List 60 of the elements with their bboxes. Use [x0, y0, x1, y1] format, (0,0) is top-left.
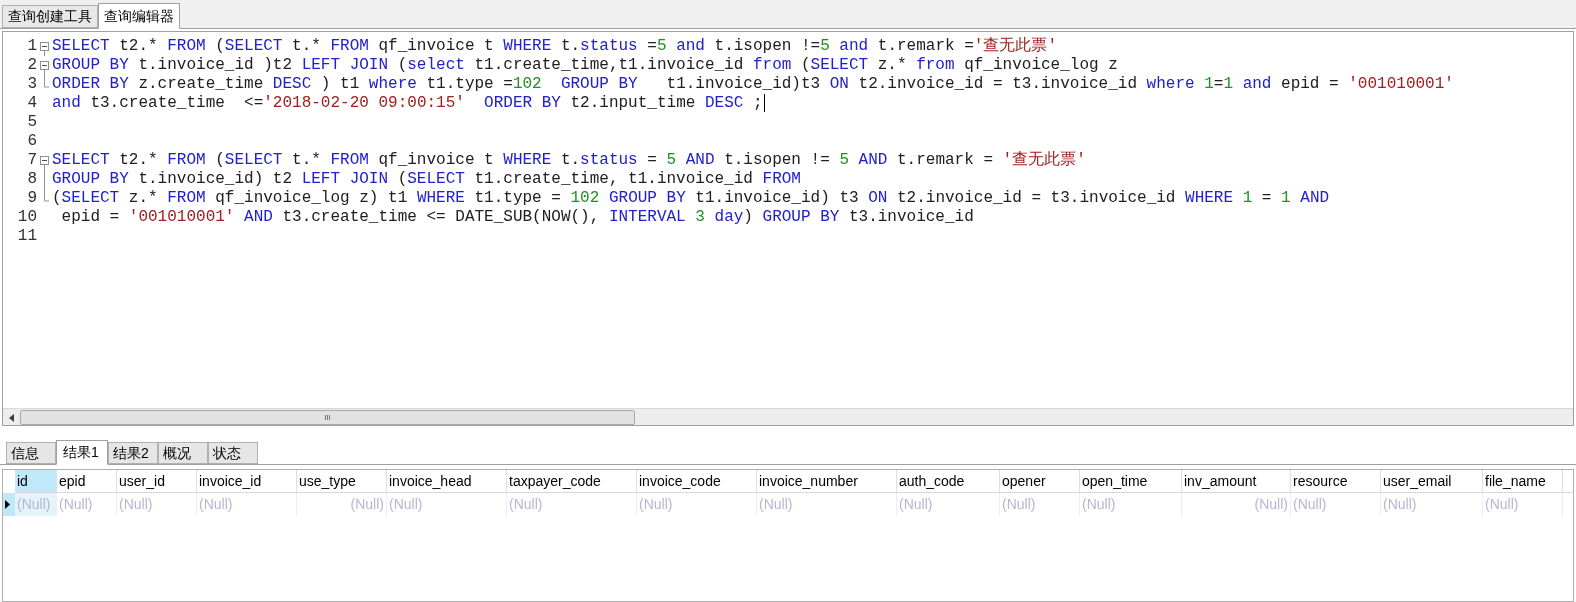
- line-number: 3: [26, 75, 37, 94]
- table-cell: (Null): [297, 493, 387, 516]
- line-number: 5: [26, 113, 37, 132]
- table-cell: (Null): [387, 493, 507, 516]
- table-cell: (Null): [1000, 493, 1080, 516]
- table-cell: (Null): [1291, 493, 1381, 516]
- code-line: ORDER BY z.create_time DESC ) t1 where t1.type =102 GROUP BY t1.invoice_id)t3 ON t2.invoice_id = t3.invoice_id where 1=1 and epid = '001010001': [52, 75, 1454, 94]
- line-number: 10: [16, 208, 37, 227]
- scrollbar-grip: III: [324, 413, 331, 422]
- editor-tab[interactable]: 查询编辑器: [98, 3, 180, 29]
- column-header[interactable]: id: [15, 470, 57, 492]
- line-number: 1: [26, 37, 37, 56]
- table-cell: (Null): [507, 493, 637, 516]
- line-number: 6: [26, 132, 37, 151]
- table-cell: (Null): [1381, 493, 1483, 516]
- line-number: 4: [26, 94, 37, 113]
- table-cell: (Null): [637, 493, 757, 516]
- column-header[interactable]: user_id: [117, 470, 197, 492]
- result-tab[interactable]: 结果1: [56, 440, 108, 465]
- column-header[interactable]: opener: [1000, 470, 1080, 492]
- table-cell: (Null): [197, 493, 297, 516]
- line-number: 9: [26, 189, 37, 208]
- line-number: 8: [26, 170, 37, 189]
- column-header[interactable]: file_name: [1483, 470, 1563, 492]
- column-header[interactable]: auth_code: [897, 470, 1000, 492]
- result-tab[interactable]: 信息: [6, 442, 56, 464]
- column-header[interactable]: invoice_head: [387, 470, 507, 492]
- column-header[interactable]: inv_amount: [1182, 470, 1291, 492]
- result-tab[interactable]: 结果2: [108, 442, 158, 464]
- line-number: 2: [26, 56, 37, 75]
- code-line: epid = '001010001' AND t3.create_time <= DATE_SUB(NOW(), INTERVAL 3 day) GROUP BY t3.invoice_id: [60, 208, 974, 227]
- table-cell: (Null): [1080, 493, 1182, 516]
- table-cell: (Null): [1182, 493, 1291, 516]
- table-cell: (Null): [57, 493, 117, 516]
- column-header[interactable]: taxpayer_code: [507, 470, 637, 492]
- code-line: GROUP BY t.invoice_id )t2 LEFT JOIN (select t1.create_time,t1.invoice_id from (SELECT z.* from qf_invoice_log z: [52, 56, 1118, 75]
- code-line: SELECT t2.* FROM (SELECT t.* FROM qf_invoice t WHERE t.status =5 and t.isopen !=5 and t.remark ='查无此票': [52, 37, 1057, 56]
- column-header[interactable]: invoice_code: [637, 470, 757, 492]
- column-header[interactable]: invoice_id: [197, 470, 297, 492]
- column-header[interactable]: epid: [57, 470, 117, 492]
- column-header[interactable]: resource: [1291, 470, 1381, 492]
- column-header[interactable]: invoice_number: [757, 470, 897, 492]
- column-header[interactable]: user_email: [1381, 470, 1483, 492]
- table-cell: (Null): [15, 493, 57, 516]
- code-line: SELECT t2.* FROM (SELECT t.* FROM qf_invoice t WHERE t.status = 5 AND t.isopen != 5 AND t.remark = '查无此票': [52, 151, 1086, 170]
- line-number: 11: [16, 227, 37, 246]
- scrollbar-thumb[interactable]: III: [20, 410, 635, 425]
- line-number: 7: [26, 151, 37, 170]
- table-cell: (Null): [1483, 493, 1563, 516]
- column-header[interactable]: open_time: [1080, 470, 1182, 492]
- column-header[interactable]: use_type: [297, 470, 387, 492]
- editor-tab[interactable]: 查询创建工具: [2, 5, 98, 28]
- result-tab[interactable]: 概况: [158, 442, 208, 464]
- code-line: GROUP BY t.invoice_id) t2 LEFT JOIN (SELECT t1.create_time, t1.invoice_id FROM: [52, 170, 801, 189]
- table-cell: (Null): [897, 493, 1000, 516]
- code-line: (SELECT z.* FROM qf_invoice_log z) t1 WHERE t1.type = 102 GROUP BY t1.invoice_id) t3 ON t2.invoice_id = t3.invoice_id WHERE 1 = 1 AND: [52, 189, 1330, 208]
- table-cell: (Null): [117, 493, 197, 516]
- table-cell: (Null): [757, 493, 897, 516]
- code-line: and t3.create_time <='2018-02-20 09:00:15' ORDER BY t2.input_time DESC ;: [52, 94, 763, 113]
- result-tab[interactable]: 状态: [208, 442, 258, 464]
